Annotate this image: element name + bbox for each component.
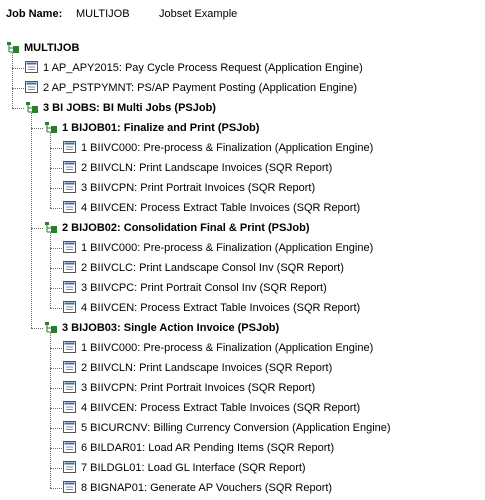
tree-node-label: 3 BIIVCPC: Print Portrait Consol Inv (SQ… <box>81 282 327 294</box>
tree-node-label: 5 BICURCNV: Billing Currency Conversion … <box>81 422 391 434</box>
process-icon <box>63 301 77 314</box>
tree-branch-line <box>31 113 32 328</box>
tree-node-label: 2 BIIVCLN: Print Landscape Invoices (SQR… <box>81 362 333 374</box>
job-name-label: Job Name: <box>6 8 63 20</box>
tree-node-label: 1 AP_APY2015: Pay Cycle Process Request … <box>43 62 363 74</box>
tree-connector <box>50 428 62 429</box>
tree-branch-line <box>50 133 51 208</box>
process-icon <box>63 341 77 354</box>
job-tree-icon <box>44 221 58 234</box>
tree-branch-line <box>50 333 51 488</box>
tree-node-label: 1 BIIVC000: Pre-process & Finalization (… <box>81 242 374 254</box>
job-tree-icon <box>25 101 39 114</box>
tree-connector <box>50 168 62 169</box>
tree-node-label: 6 BILDAR01: Load AR Pending Items (SQR R… <box>81 442 335 454</box>
tree-node-label: 1 BIJOB01: Finalize and Print (PSJob) <box>62 122 260 134</box>
tree-connector <box>31 128 43 129</box>
tree-node-label: 2 BIIVCLC: Print Landscape Consol Inv (S… <box>81 262 344 274</box>
tree-connector <box>50 208 62 209</box>
process-icon <box>25 81 39 94</box>
tree-branch-line <box>50 233 51 308</box>
tree-connector <box>50 468 62 469</box>
process-icon <box>63 381 77 394</box>
tree-connector <box>50 288 62 289</box>
process-icon <box>63 201 77 214</box>
process-icon <box>63 481 77 494</box>
job-tree-icon <box>44 321 58 334</box>
process-icon <box>63 421 77 434</box>
process-icon <box>63 241 77 254</box>
tree-connector <box>12 88 24 89</box>
tree-connector <box>12 108 24 109</box>
process-icon <box>25 61 39 74</box>
tree-connector <box>50 268 62 269</box>
process-icon <box>63 141 77 154</box>
tree-node-label: 3 BIIVCPN: Print Portrait Invoices (SQR … <box>81 182 316 194</box>
tree-node-label: 3 BI JOBS: BI Multi Jobs (PSJob) <box>43 102 216 114</box>
tree-connector <box>50 348 62 349</box>
job-tree-icon <box>6 41 20 54</box>
tree-connector <box>50 388 62 389</box>
tree-node-label: 3 BIJOB03: Single Action Invoice (PSJob) <box>62 322 280 334</box>
process-icon <box>63 401 77 414</box>
tree-node-label: 1 BIIVC000: Pre-process & Finalization (… <box>81 142 374 154</box>
job-header: Job Name: MULTIJOB Jobset Example <box>6 7 237 21</box>
process-icon <box>63 441 77 454</box>
tree-node-label: 1 BIIVC000: Pre-process & Finalization (… <box>81 342 374 354</box>
job-description: Jobset Example <box>159 8 238 20</box>
process-icon <box>63 181 77 194</box>
tree-connector <box>50 368 62 369</box>
tree-connector <box>50 148 62 149</box>
tree-connector <box>12 68 24 69</box>
process-icon <box>63 281 77 294</box>
process-icon <box>63 461 77 474</box>
tree-node-label: 4 BIIVCEN: Process Extract Table Invoice… <box>81 302 361 314</box>
tree-branch-line <box>12 53 13 108</box>
tree-connector <box>50 308 62 309</box>
tree-connector <box>50 488 62 489</box>
process-icon <box>63 161 77 174</box>
process-icon <box>63 361 77 374</box>
tree-node-label: 3 BIIVCPN: Print Portrait Invoices (SQR … <box>81 382 316 394</box>
tree-node-label: 7 BILDGL01: Load GL Interface (SQR Repor… <box>81 462 306 474</box>
jobset-tree: MULTIJOB 1 AP_APY2015: Pay Cycle Process … <box>0 38 485 498</box>
job-tree-icon <box>44 121 58 134</box>
process-icon <box>63 261 77 274</box>
tree-connector <box>50 408 62 409</box>
tree-connector <box>50 188 62 189</box>
tree-node-label: 2 BIJOB02: Consolidation Final & Print (… <box>62 222 310 234</box>
tree-node-label: 2 BIIVCLN: Print Landscape Invoices (SQR… <box>81 162 333 174</box>
tree-connector <box>50 448 62 449</box>
tree-node-label: MULTIJOB <box>24 42 80 54</box>
tree-node-label: 4 BIIVCEN: Process Extract Table Invoice… <box>81 202 361 214</box>
tree-node-label: 2 AP_PSTPYMNT: PS/AP Payment Posting (Ap… <box>43 82 358 94</box>
tree-node-label: 8 BIGNAP01: Generate AP Vouchers (SQR Re… <box>81 482 333 494</box>
tree-connector <box>31 228 43 229</box>
tree-node-label: 4 BIIVCEN: Process Extract Table Invoice… <box>81 402 361 414</box>
tree-connector <box>50 248 62 249</box>
tree-connector <box>31 328 43 329</box>
job-name-value: MULTIJOB <box>76 8 130 20</box>
